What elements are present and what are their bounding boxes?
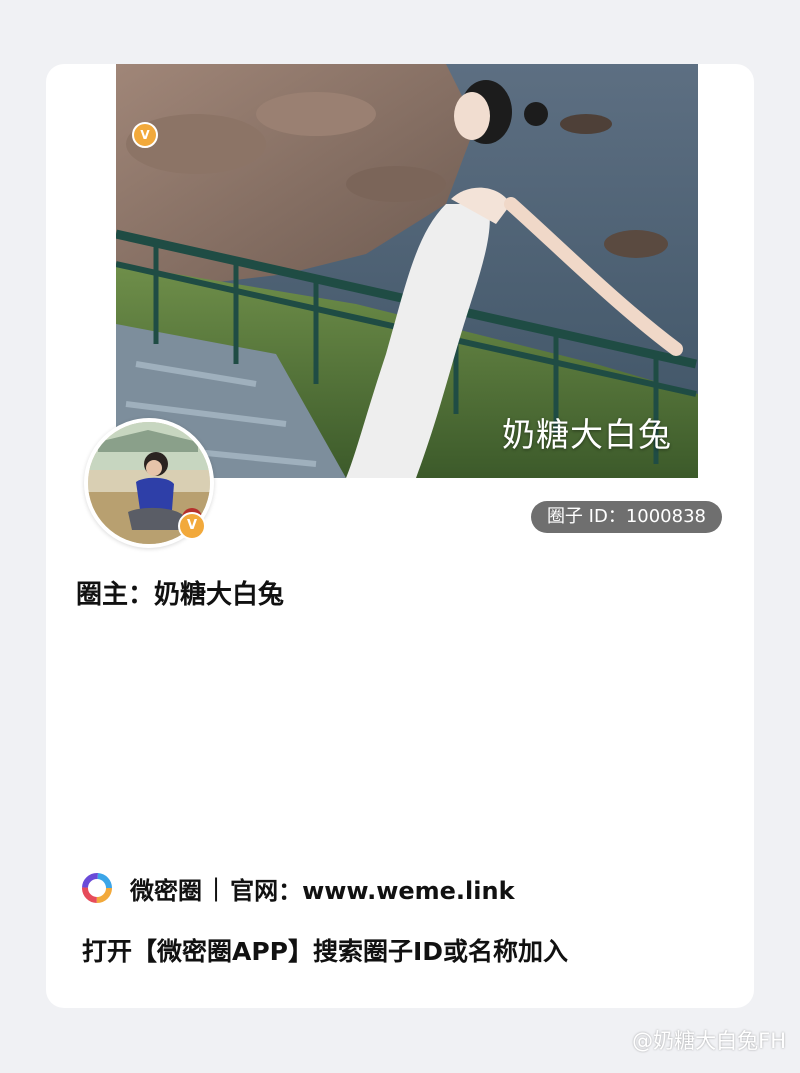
app-info-row: 微密圈 | 官网：www.weme.link — [80, 868, 515, 908]
cover-caption: 奶糖大白兔 — [502, 415, 672, 454]
weme-ring-logo-icon — [82, 873, 112, 903]
join-instruction: 打开【微密圈APP】搜索圈子ID或名称加入 — [82, 937, 569, 966]
separator: | — [212, 874, 221, 902]
app-brand-name: 微密圈 — [130, 876, 202, 905]
watermark: @奶糖大白兔FH — [632, 1029, 786, 1053]
official-site-link[interactable]: 官网：www.weme.link — [230, 871, 514, 906]
verified-badge-icon: V — [178, 512, 206, 540]
circle-owner-label: 圈主：奶糖大白兔 — [76, 580, 285, 610]
verified-badge-icon: V — [132, 122, 158, 148]
circle-card: V 奶糖大白兔 V 圈子 ID：1000838 圈主：奶糖大白兔 微密圈 | 官… — [46, 64, 754, 1008]
circle-id-badge: 圈子 ID：1000838 — [530, 501, 722, 533]
page: V 奶糖大白兔 V 圈子 ID：1000838 圈主：奶糖大白兔 微密圈 | 官… — [0, 0, 800, 1073]
cover-photo: V 奶糖大白兔 — [116, 64, 698, 478]
